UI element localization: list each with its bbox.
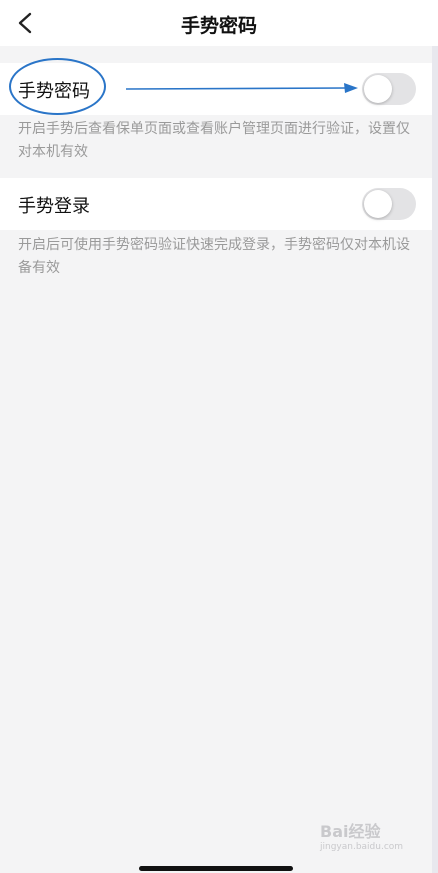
gesture-password-page: 手势密码 手势密码 开启手势后查看保单页面或查看账户管理页面进行验证，设置仅对本… [0,0,438,873]
setting-label: 手势登录 [18,196,90,217]
nav-bar: 手势密码 [0,0,438,46]
watermark-text: Bai经验 [320,822,381,841]
watermark-subtext: jingyan.baidu.com [320,842,404,852]
page-title: 手势密码 [180,15,257,37]
gesture-login-toggle[interactable] [362,188,416,220]
toggle-knob [364,75,392,103]
home-indicator[interactable] [139,866,293,871]
gesture-password-toggle[interactable] [362,73,416,105]
annotation-arrow-icon [126,83,358,93]
setting-row-gesture-login: 手势登录 [0,178,432,230]
annotation-circle [9,58,106,115]
scroll-edge [432,46,438,873]
setting-description: 开启后可使用手势密码验证快速完成登录，手势密码仅对本机设备有效 [18,237,410,276]
toggle-knob [364,190,392,218]
watermark: Bai经验 jingyan.baidu.com [320,818,410,858]
setting-description: 开启手势后查看保单页面或查看账户管理页面进行验证，设置仅对本机有效 [18,121,410,160]
